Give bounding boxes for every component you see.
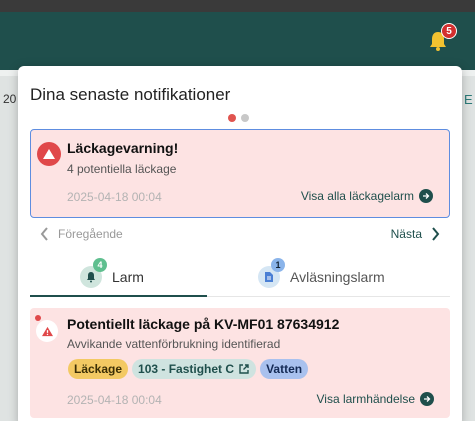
show-all-leak-alarms-link[interactable]: Visa alla läckagelarm (301, 189, 433, 203)
unread-indicator (35, 315, 41, 321)
chevron-left-icon (40, 227, 48, 241)
warning-triangle-icon (37, 142, 61, 166)
background-link-right: E (464, 92, 473, 107)
alarm-tags: Läckage 103 - Fastighet C Vatten (68, 359, 309, 379)
leak-warning-card: Läckagevarning! 4 potentiella läckage 20… (30, 129, 450, 218)
previous-button[interactable]: Föregående (40, 227, 123, 241)
app-header (0, 12, 475, 70)
top-strip (0, 0, 475, 12)
tab-larm-label: Larm (112, 269, 144, 285)
show-all-leak-alarms-label: Visa alla läckagelarm (300, 189, 414, 203)
arrow-right-icon (420, 392, 434, 406)
next-button[interactable]: Nästa (391, 227, 440, 241)
panel-title: Dina senaste notifikationer (30, 85, 231, 104)
tab-larm-badge: 4 (93, 258, 107, 272)
tab-divider (207, 296, 450, 297)
next-label: Nästa (390, 227, 422, 241)
alarm-subtitle: Avvikande vattenförbrukning identifierad (67, 337, 281, 351)
carousel-dots (228, 114, 249, 122)
carousel-dot-active[interactable] (228, 114, 236, 122)
notification-panel: Dina senaste notifikationer Läckagevarni… (18, 66, 462, 421)
alarm-list-item[interactable]: Potentiellt läckage på KV-MF01 87634912 … (30, 308, 450, 418)
bell-icon: 4 (80, 258, 107, 288)
warning-triangle-icon (36, 320, 58, 342)
show-alarm-event-link[interactable]: Visa larmhändelse (316, 392, 434, 406)
previous-label: Föregående (58, 227, 123, 241)
background-text-left: 20 (3, 92, 17, 106)
carousel-dot[interactable] (241, 114, 249, 122)
arrow-right-icon (419, 189, 433, 203)
notification-count-badge: 5 (441, 23, 457, 39)
show-alarm-event-label: Visa larmhändelse (316, 392, 415, 406)
leak-warning-title: Läckagevarning! (67, 140, 179, 156)
tab-avlasningslarm[interactable]: 1 Avläsningslarm (258, 258, 385, 296)
alarm-title: Potentiellt läckage på KV-MF01 87634912 (67, 316, 340, 332)
alarm-date: 2025-04-18 00:04 (67, 393, 162, 407)
tab-larm[interactable]: 4 Larm (80, 258, 144, 296)
tag-water: Vatten (260, 359, 309, 379)
tab-avlasningslarm-badge: 1 (271, 258, 285, 272)
tag-property-label: 103 - Fastighet C (138, 362, 235, 376)
tab-avlasningslarm-label: Avläsningslarm (290, 269, 385, 285)
active-tab-indicator (30, 295, 207, 297)
tag-property-link[interactable]: 103 - Fastighet C (132, 359, 257, 379)
leak-warning-subtitle: 4 potentiella läckage (67, 162, 177, 176)
leak-warning-date: 2025-04-18 00:04 (67, 190, 162, 204)
chevron-right-icon (432, 227, 440, 241)
document-icon: 1 (258, 258, 285, 288)
tag-leak: Läckage (68, 359, 129, 379)
external-link-icon (239, 364, 249, 374)
